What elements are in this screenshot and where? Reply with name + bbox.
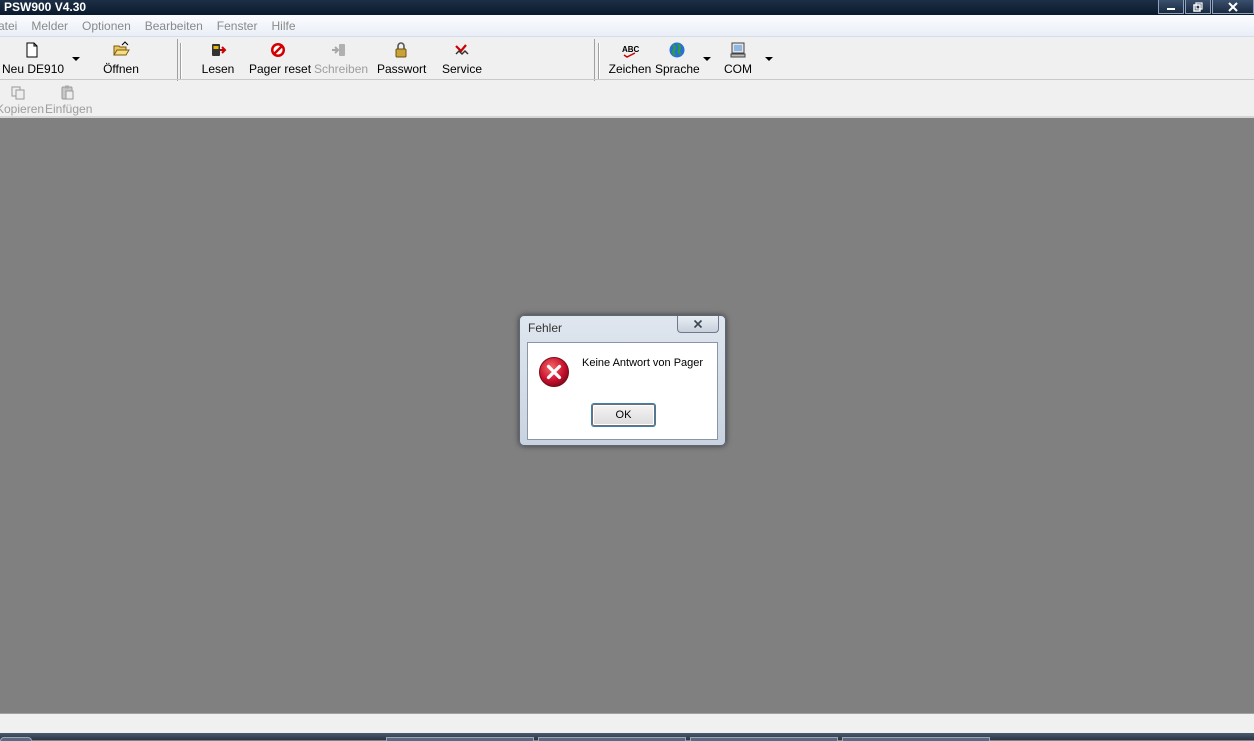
taskbar-item[interactable] bbox=[842, 737, 990, 741]
restore-button[interactable] bbox=[1185, 0, 1211, 14]
minimize-icon bbox=[1167, 8, 1175, 10]
neu-button[interactable]: Neu DE910 bbox=[2, 41, 65, 79]
window-controls bbox=[1157, 0, 1254, 14]
zeichen-button[interactable]: ABC Zeichen bbox=[608, 41, 652, 79]
ok-button[interactable]: OK bbox=[592, 404, 655, 426]
error-dialog: Fehler Keine Antwort von Pager OK bbox=[519, 315, 726, 446]
write-icon bbox=[332, 44, 345, 56]
neu-dropdown-arrow[interactable] bbox=[72, 57, 80, 61]
error-icon bbox=[539, 357, 569, 387]
read-pager-icon bbox=[212, 44, 227, 56]
sprache-label: Sprache bbox=[655, 62, 700, 76]
edit-toolbar: Kopieren Einfügen bbox=[0, 81, 1254, 116]
paste-icon bbox=[61, 85, 74, 100]
toolbar-divider bbox=[0, 79, 1254, 80]
dialog-close-button[interactable] bbox=[677, 316, 719, 333]
close-icon bbox=[693, 319, 703, 329]
toolbar-area: Neu DE910 Öffnen Lesen Pager reset Schre… bbox=[0, 37, 1254, 118]
window-title: PSW900 V4.30 bbox=[4, 0, 87, 14]
neu-label: Neu DE910 bbox=[2, 62, 65, 76]
window-close-button[interactable] bbox=[1212, 0, 1254, 14]
menu-bar: atei Melder Optionen Bearbeiten Fenster … bbox=[0, 15, 1254, 37]
service-label: Service bbox=[441, 62, 482, 76]
window-titlebar: PSW900 V4.30 bbox=[0, 0, 1254, 15]
close-icon bbox=[1228, 2, 1238, 12]
new-document-icon bbox=[26, 42, 38, 58]
com-dropdown-arrow[interactable] bbox=[765, 57, 773, 61]
toolbar-separator bbox=[180, 43, 182, 79]
status-bar bbox=[0, 713, 1254, 733]
svg-text:ABC: ABC bbox=[622, 45, 639, 54]
lesen-label: Lesen bbox=[201, 62, 235, 76]
toolbar-separator bbox=[598, 43, 600, 79]
restore-icon bbox=[1193, 2, 1203, 12]
taskbar-item[interactable] bbox=[386, 737, 534, 741]
minimize-button[interactable] bbox=[1158, 0, 1184, 14]
menu-melder[interactable]: Melder bbox=[24, 15, 75, 37]
pager-reset-button[interactable]: Pager reset bbox=[249, 41, 312, 79]
sprache-dropdown-arrow[interactable] bbox=[703, 57, 711, 61]
service-icon bbox=[455, 44, 469, 56]
pager-reset-label: Pager reset bbox=[249, 62, 312, 76]
kopieren-button[interactable]: Kopieren bbox=[0, 84, 45, 122]
com-button[interactable]: COM bbox=[722, 41, 754, 79]
sprache-button[interactable]: Sprache bbox=[655, 41, 700, 79]
reset-icon bbox=[271, 43, 285, 57]
schreiben-label: Schreiben bbox=[314, 62, 369, 76]
einfuegen-button[interactable]: Einfügen bbox=[45, 84, 93, 122]
dialog-title: Fehler bbox=[528, 321, 563, 335]
passwort-button[interactable]: Passwort bbox=[377, 41, 427, 79]
com-label: COM bbox=[724, 62, 752, 76]
main-toolbar: Neu DE910 Öffnen Lesen Pager reset Schre… bbox=[0, 39, 1254, 81]
zeichen-label: Zeichen bbox=[608, 62, 652, 76]
taskbar-item[interactable] bbox=[690, 737, 838, 741]
com-port-icon bbox=[730, 42, 746, 58]
dialog-message: Keine Antwort von Pager bbox=[582, 357, 704, 369]
taskbar-item[interactable] bbox=[538, 737, 686, 741]
start-orb[interactable] bbox=[0, 737, 32, 741]
toolbar-separator bbox=[594, 39, 595, 81]
menu-datei[interactable]: atei bbox=[0, 15, 24, 37]
toolbar-separator bbox=[177, 39, 178, 81]
copy-icon bbox=[11, 86, 25, 100]
menu-bearbeiten[interactable]: Bearbeiten bbox=[138, 15, 210, 37]
menu-optionen[interactable]: Optionen bbox=[75, 15, 138, 37]
abc-icon: ABC bbox=[622, 45, 639, 58]
lock-icon bbox=[395, 42, 407, 58]
menu-fenster[interactable]: Fenster bbox=[210, 15, 265, 37]
globe-icon bbox=[669, 42, 685, 58]
dialog-body: Keine Antwort von Pager OK bbox=[527, 342, 718, 440]
open-folder-icon bbox=[113, 41, 130, 56]
einfuegen-label: Einfügen bbox=[45, 102, 93, 116]
schreiben-button[interactable]: Schreiben bbox=[314, 41, 369, 79]
service-button[interactable]: Service bbox=[441, 41, 483, 79]
kopieren-label: Kopieren bbox=[0, 102, 45, 116]
lesen-button[interactable]: Lesen bbox=[200, 41, 236, 79]
oeffnen-label: Öffnen bbox=[103, 62, 139, 76]
oeffnen-button[interactable]: Öffnen bbox=[100, 41, 142, 79]
menu-hilfe[interactable]: Hilfe bbox=[264, 15, 302, 37]
passwort-label: Passwort bbox=[377, 62, 427, 76]
